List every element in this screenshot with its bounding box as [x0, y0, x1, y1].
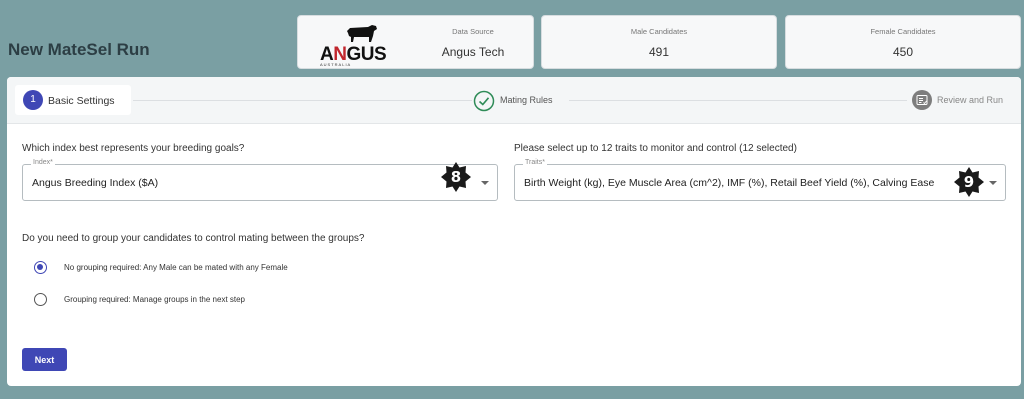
logo-subtext: AUSTRALIA	[320, 62, 352, 67]
grouping-question: Do you need to group your candidates to …	[22, 233, 365, 244]
male-candidates-card: Male Candidates 491	[541, 15, 777, 69]
index-question: Which index best represents your breedin…	[22, 143, 245, 154]
index-select-value: Angus Breeding Index ($A)	[32, 177, 159, 189]
callout-badge-8: 8	[441, 162, 471, 192]
badge-number: 9	[963, 173, 975, 191]
traits-select-label: Traits*	[523, 159, 547, 166]
check-circle-icon[interactable]	[473, 90, 495, 112]
callout-badge-9: 9	[954, 167, 984, 197]
step-connector	[569, 100, 907, 101]
step-mating-rules[interactable]: Mating Rules	[500, 95, 553, 105]
stepper: 1 Basic Settings Mating Rules Review and…	[7, 77, 1021, 124]
step-review-and-run[interactable]: Review and Run	[937, 95, 1003, 105]
step-basic-settings[interactable]: 1 Basic Settings	[15, 85, 131, 115]
dropdown-arrow-icon[interactable]	[481, 181, 489, 185]
index-select-label: Index*	[31, 159, 55, 166]
review-icon[interactable]	[912, 90, 932, 110]
badge-number: 8	[450, 168, 462, 186]
radio-label: Grouping required: Manage groups in the …	[64, 295, 246, 304]
radio-button[interactable]	[34, 293, 47, 306]
page-title: New MateSel Run	[8, 40, 150, 59]
radio-button[interactable]	[34, 261, 47, 274]
angus-logo: ANGUS AUSTRALIA	[318, 22, 387, 67]
female-candidates-label: Female Candidates	[870, 27, 936, 36]
female-candidates-value: 450	[892, 45, 914, 59]
settings-panel: 1 Basic Settings Mating Rules Review and…	[7, 77, 1021, 386]
radio-label: No grouping required: Any Male can be ma…	[64, 263, 288, 272]
traits-select-value: Birth Weight (kg), Eye Muscle Area (cm^2…	[524, 177, 935, 189]
traits-question: Please select up to 12 traits to monitor…	[514, 143, 797, 154]
step-connector	[133, 100, 472, 101]
cow-icon	[347, 25, 377, 42]
next-button[interactable]: Next	[22, 348, 67, 371]
traits-select[interactable]: Traits* Birth Weight (kg), Eye Muscle Ar…	[514, 159, 1006, 201]
data-source-card: ANGUS AUSTRALIA Data Source Angus Tech	[297, 15, 534, 69]
male-candidates-label: Male Candidates	[630, 27, 688, 36]
step-number: 1	[23, 90, 43, 110]
data-source-value: Angus Tech	[441, 45, 505, 59]
index-select[interactable]: Index* Angus Breeding Index ($A)	[22, 159, 498, 201]
male-candidates-value: 491	[648, 45, 670, 59]
female-candidates-card: Female Candidates 450	[785, 15, 1021, 69]
step-label: Basic Settings	[48, 95, 115, 107]
data-source-label: Data Source	[452, 27, 494, 36]
dropdown-arrow-icon[interactable]	[989, 181, 997, 185]
